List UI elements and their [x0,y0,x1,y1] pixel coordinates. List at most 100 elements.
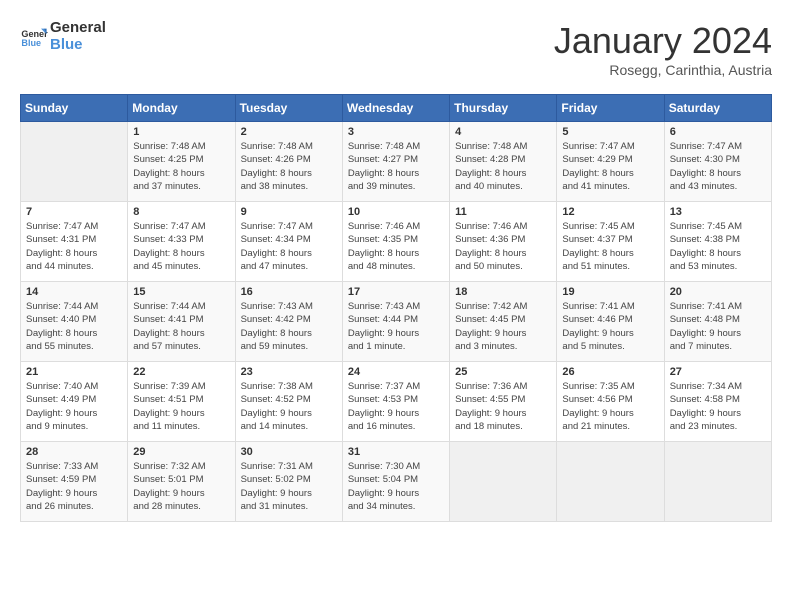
day-number: 30 [241,446,337,458]
day-info: Sunrise: 7:42 AM Sunset: 4:45 PM Dayligh… [455,300,551,353]
day-cell: 5 Sunrise: 7:47 AM Sunset: 4:29 PM Daylig… [557,122,664,202]
day-number: 15 [133,286,229,298]
page-header: General Blue General Blue January 2024 R… [20,20,772,78]
svg-text:Blue: Blue [21,38,41,48]
day-cell: 31Sunrise: 7:30 AM Sunset: 5:04 PM Dayli… [342,442,449,522]
day-number: 21 [26,366,122,378]
day-cell: 28 Sunrise: 7:33 AM Sunset: 4:59 PM Dayli… [21,442,128,522]
day-info: Sunrise: 7:45 AM Sunset: 4:37 PM Dayligh… [562,220,658,273]
column-header-sunday: Sunday [21,95,128,122]
column-header-monday: Monday [128,95,235,122]
day-number: 20 [670,286,766,298]
day-info: Sunrise: 7:40 AM Sunset: 4:49 PM Dayligh… [26,380,122,433]
day-info: Sunrise: 7:33 AM Sunset: 4:59 PM Dayligh… [26,460,122,513]
day-cell: 19 Sunrise: 7:41 AM Sunset: 4:46 PM Dayli… [557,282,664,362]
day-number: 22 [133,366,229,378]
day-info: Sunrise: 7:46 AM Sunset: 4:36 PM Dayligh… [455,220,551,273]
day-number: 12 [562,206,658,218]
day-number: 9 [241,206,337,218]
day-info: Sunrise: 7:43 AM Sunset: 4:42 PM Dayligh… [241,300,337,353]
day-number: 27 [670,366,766,378]
day-info: Sunrise: 7:47 AM Sunset: 4:34 PM Dayligh… [241,220,337,273]
day-cell: 4Sunrise: 7:48 AM Sunset: 4:28 PM Daylig… [450,122,557,202]
logo-icon: General Blue [20,23,48,51]
day-number: 23 [241,366,337,378]
day-info: Sunrise: 7:47 AM Sunset: 4:31 PM Dayligh… [26,220,122,273]
day-info: Sunrise: 7:46 AM Sunset: 4:35 PM Dayligh… [348,220,444,273]
day-cell [664,442,771,522]
day-info: Sunrise: 7:47 AM Sunset: 4:29 PM Dayligh… [562,140,658,193]
day-cell: 24 Sunrise: 7:37 AM Sunset: 4:53 PM Dayli… [342,362,449,442]
day-cell: 6 Sunrise: 7:47 AM Sunset: 4:30 PM Daylig… [664,122,771,202]
column-header-tuesday: Tuesday [235,95,342,122]
column-header-thursday: Thursday [450,95,557,122]
title-block: January 2024 Rosegg, Carinthia, Austria [554,20,772,78]
week-row-3: 14Sunrise: 7:44 AM Sunset: 4:40 PM Dayli… [21,282,772,362]
day-cell: 1 Sunrise: 7:48 AM Sunset: 4:25 PM Daylig… [128,122,235,202]
day-number: 1 [133,126,229,138]
day-info: Sunrise: 7:34 AM Sunset: 4:58 PM Dayligh… [670,380,766,433]
day-cell: 9 Sunrise: 7:47 AM Sunset: 4:34 PM Daylig… [235,202,342,282]
day-cell: 11Sunrise: 7:46 AM Sunset: 4:36 PM Dayli… [450,202,557,282]
day-number: 26 [562,366,658,378]
day-info: Sunrise: 7:48 AM Sunset: 4:25 PM Dayligh… [133,140,229,193]
day-number: 17 [348,286,444,298]
day-cell: 10 Sunrise: 7:46 AM Sunset: 4:35 PM Dayli… [342,202,449,282]
day-number: 29 [133,446,229,458]
day-info: Sunrise: 7:41 AM Sunset: 4:48 PM Dayligh… [670,300,766,353]
day-cell: 2 Sunrise: 7:48 AM Sunset: 4:26 PM Daylig… [235,122,342,202]
day-cell: 18 Sunrise: 7:42 AM Sunset: 4:45 PM Dayli… [450,282,557,362]
day-info: Sunrise: 7:37 AM Sunset: 4:53 PM Dayligh… [348,380,444,433]
day-number: 28 [26,446,122,458]
day-info: Sunrise: 7:47 AM Sunset: 4:33 PM Dayligh… [133,220,229,273]
calendar-table: SundayMondayTuesdayWednesdayThursdayFrid… [20,94,772,522]
column-header-wednesday: Wednesday [342,95,449,122]
day-cell: 7 Sunrise: 7:47 AM Sunset: 4:31 PM Daylig… [21,202,128,282]
day-cell: 26 Sunrise: 7:35 AM Sunset: 4:56 PM Dayli… [557,362,664,442]
day-info: Sunrise: 7:32 AM Sunset: 5:01 PM Dayligh… [133,460,229,513]
logo-line1: General [50,20,106,37]
day-info: Sunrise: 7:48 AM Sunset: 4:27 PM Dayligh… [348,140,444,193]
day-info: Sunrise: 7:41 AM Sunset: 4:46 PM Dayligh… [562,300,658,353]
day-info: Sunrise: 7:48 AM Sunset: 4:28 PM Dayligh… [455,140,551,193]
day-number: 19 [562,286,658,298]
day-cell: 3 Sunrise: 7:48 AM Sunset: 4:27 PM Daylig… [342,122,449,202]
day-cell: 29 Sunrise: 7:32 AM Sunset: 5:01 PM Dayli… [128,442,235,522]
day-number: 8 [133,206,229,218]
day-cell: 17 Sunrise: 7:43 AM Sunset: 4:44 PM Dayli… [342,282,449,362]
logo-line2: Blue [50,37,106,54]
day-cell: 25Sunrise: 7:36 AM Sunset: 4:55 PM Dayli… [450,362,557,442]
week-row-5: 28 Sunrise: 7:33 AM Sunset: 4:59 PM Dayli… [21,442,772,522]
day-number: 6 [670,126,766,138]
week-row-4: 21 Sunrise: 7:40 AM Sunset: 4:49 PM Dayli… [21,362,772,442]
day-cell: 14Sunrise: 7:44 AM Sunset: 4:40 PM Dayli… [21,282,128,362]
day-cell [450,442,557,522]
day-info: Sunrise: 7:35 AM Sunset: 4:56 PM Dayligh… [562,380,658,433]
day-info: Sunrise: 7:31 AM Sunset: 5:02 PM Dayligh… [241,460,337,513]
day-number: 18 [455,286,551,298]
day-number: 24 [348,366,444,378]
day-cell: 21 Sunrise: 7:40 AM Sunset: 4:49 PM Dayli… [21,362,128,442]
day-number: 2 [241,126,337,138]
day-number: 7 [26,206,122,218]
logo: General Blue General Blue [20,20,106,53]
day-info: Sunrise: 7:39 AM Sunset: 4:51 PM Dayligh… [133,380,229,433]
day-cell: 16Sunrise: 7:43 AM Sunset: 4:42 PM Dayli… [235,282,342,362]
day-number: 10 [348,206,444,218]
day-number: 25 [455,366,551,378]
day-number: 3 [348,126,444,138]
day-info: Sunrise: 7:44 AM Sunset: 4:40 PM Dayligh… [26,300,122,353]
day-cell [21,122,128,202]
day-info: Sunrise: 7:45 AM Sunset: 4:38 PM Dayligh… [670,220,766,273]
day-info: Sunrise: 7:30 AM Sunset: 5:04 PM Dayligh… [348,460,444,513]
day-number: 5 [562,126,658,138]
day-info: Sunrise: 7:48 AM Sunset: 4:26 PM Dayligh… [241,140,337,193]
day-cell: 23 Sunrise: 7:38 AM Sunset: 4:52 PM Dayli… [235,362,342,442]
week-row-1: 1 Sunrise: 7:48 AM Sunset: 4:25 PM Daylig… [21,122,772,202]
day-info: Sunrise: 7:43 AM Sunset: 4:44 PM Dayligh… [348,300,444,353]
day-info: Sunrise: 7:47 AM Sunset: 4:30 PM Dayligh… [670,140,766,193]
day-number: 13 [670,206,766,218]
day-cell: 20 Sunrise: 7:41 AM Sunset: 4:48 PM Dayli… [664,282,771,362]
day-info: Sunrise: 7:38 AM Sunset: 4:52 PM Dayligh… [241,380,337,433]
day-cell: 30 Sunrise: 7:31 AM Sunset: 5:02 PM Dayli… [235,442,342,522]
